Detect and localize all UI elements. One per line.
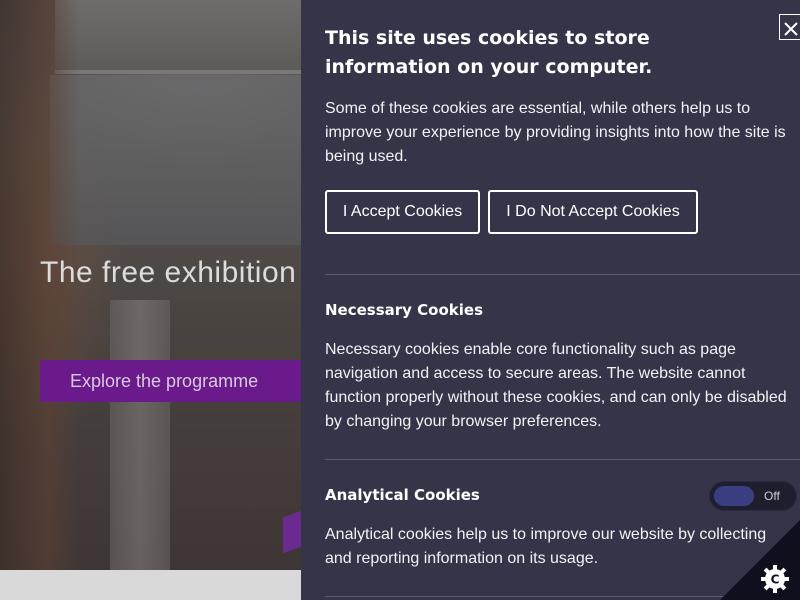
cookie-consent-panel: This site uses cookies to store informat… [301,0,800,600]
close-icon [784,22,798,36]
cookie-settings-icon: C [761,565,789,593]
necessary-cookies-title: Necessary Cookies [325,301,484,319]
background-window [55,0,305,74]
background-screen [50,75,310,245]
divider [325,274,800,275]
close-button[interactable] [779,14,800,40]
necessary-cookies-text: Necessary cookies enable core functional… [325,341,787,430]
analytical-cookies-toggle[interactable]: Off [709,481,797,511]
cookie-settings-button[interactable]: C [720,520,800,600]
decline-cookies-button[interactable]: I Do Not Accept Cookies [488,190,698,234]
toggle-knob [714,486,754,506]
divider [325,459,800,460]
explore-programme-button[interactable]: Explore the programme [40,360,302,402]
toggle-state-label: Off [764,489,780,503]
cookie-panel-intro: Some of these cookies are essential, whi… [325,100,786,165]
background-pillar [110,300,170,570]
accept-cookies-button[interactable]: I Accept Cookies [325,190,480,234]
analytical-cookies-title: Analytical Cookies [325,486,480,504]
svg-text:C: C [771,573,780,587]
cookie-panel-title: This site uses cookies to store informat… [325,27,653,78]
